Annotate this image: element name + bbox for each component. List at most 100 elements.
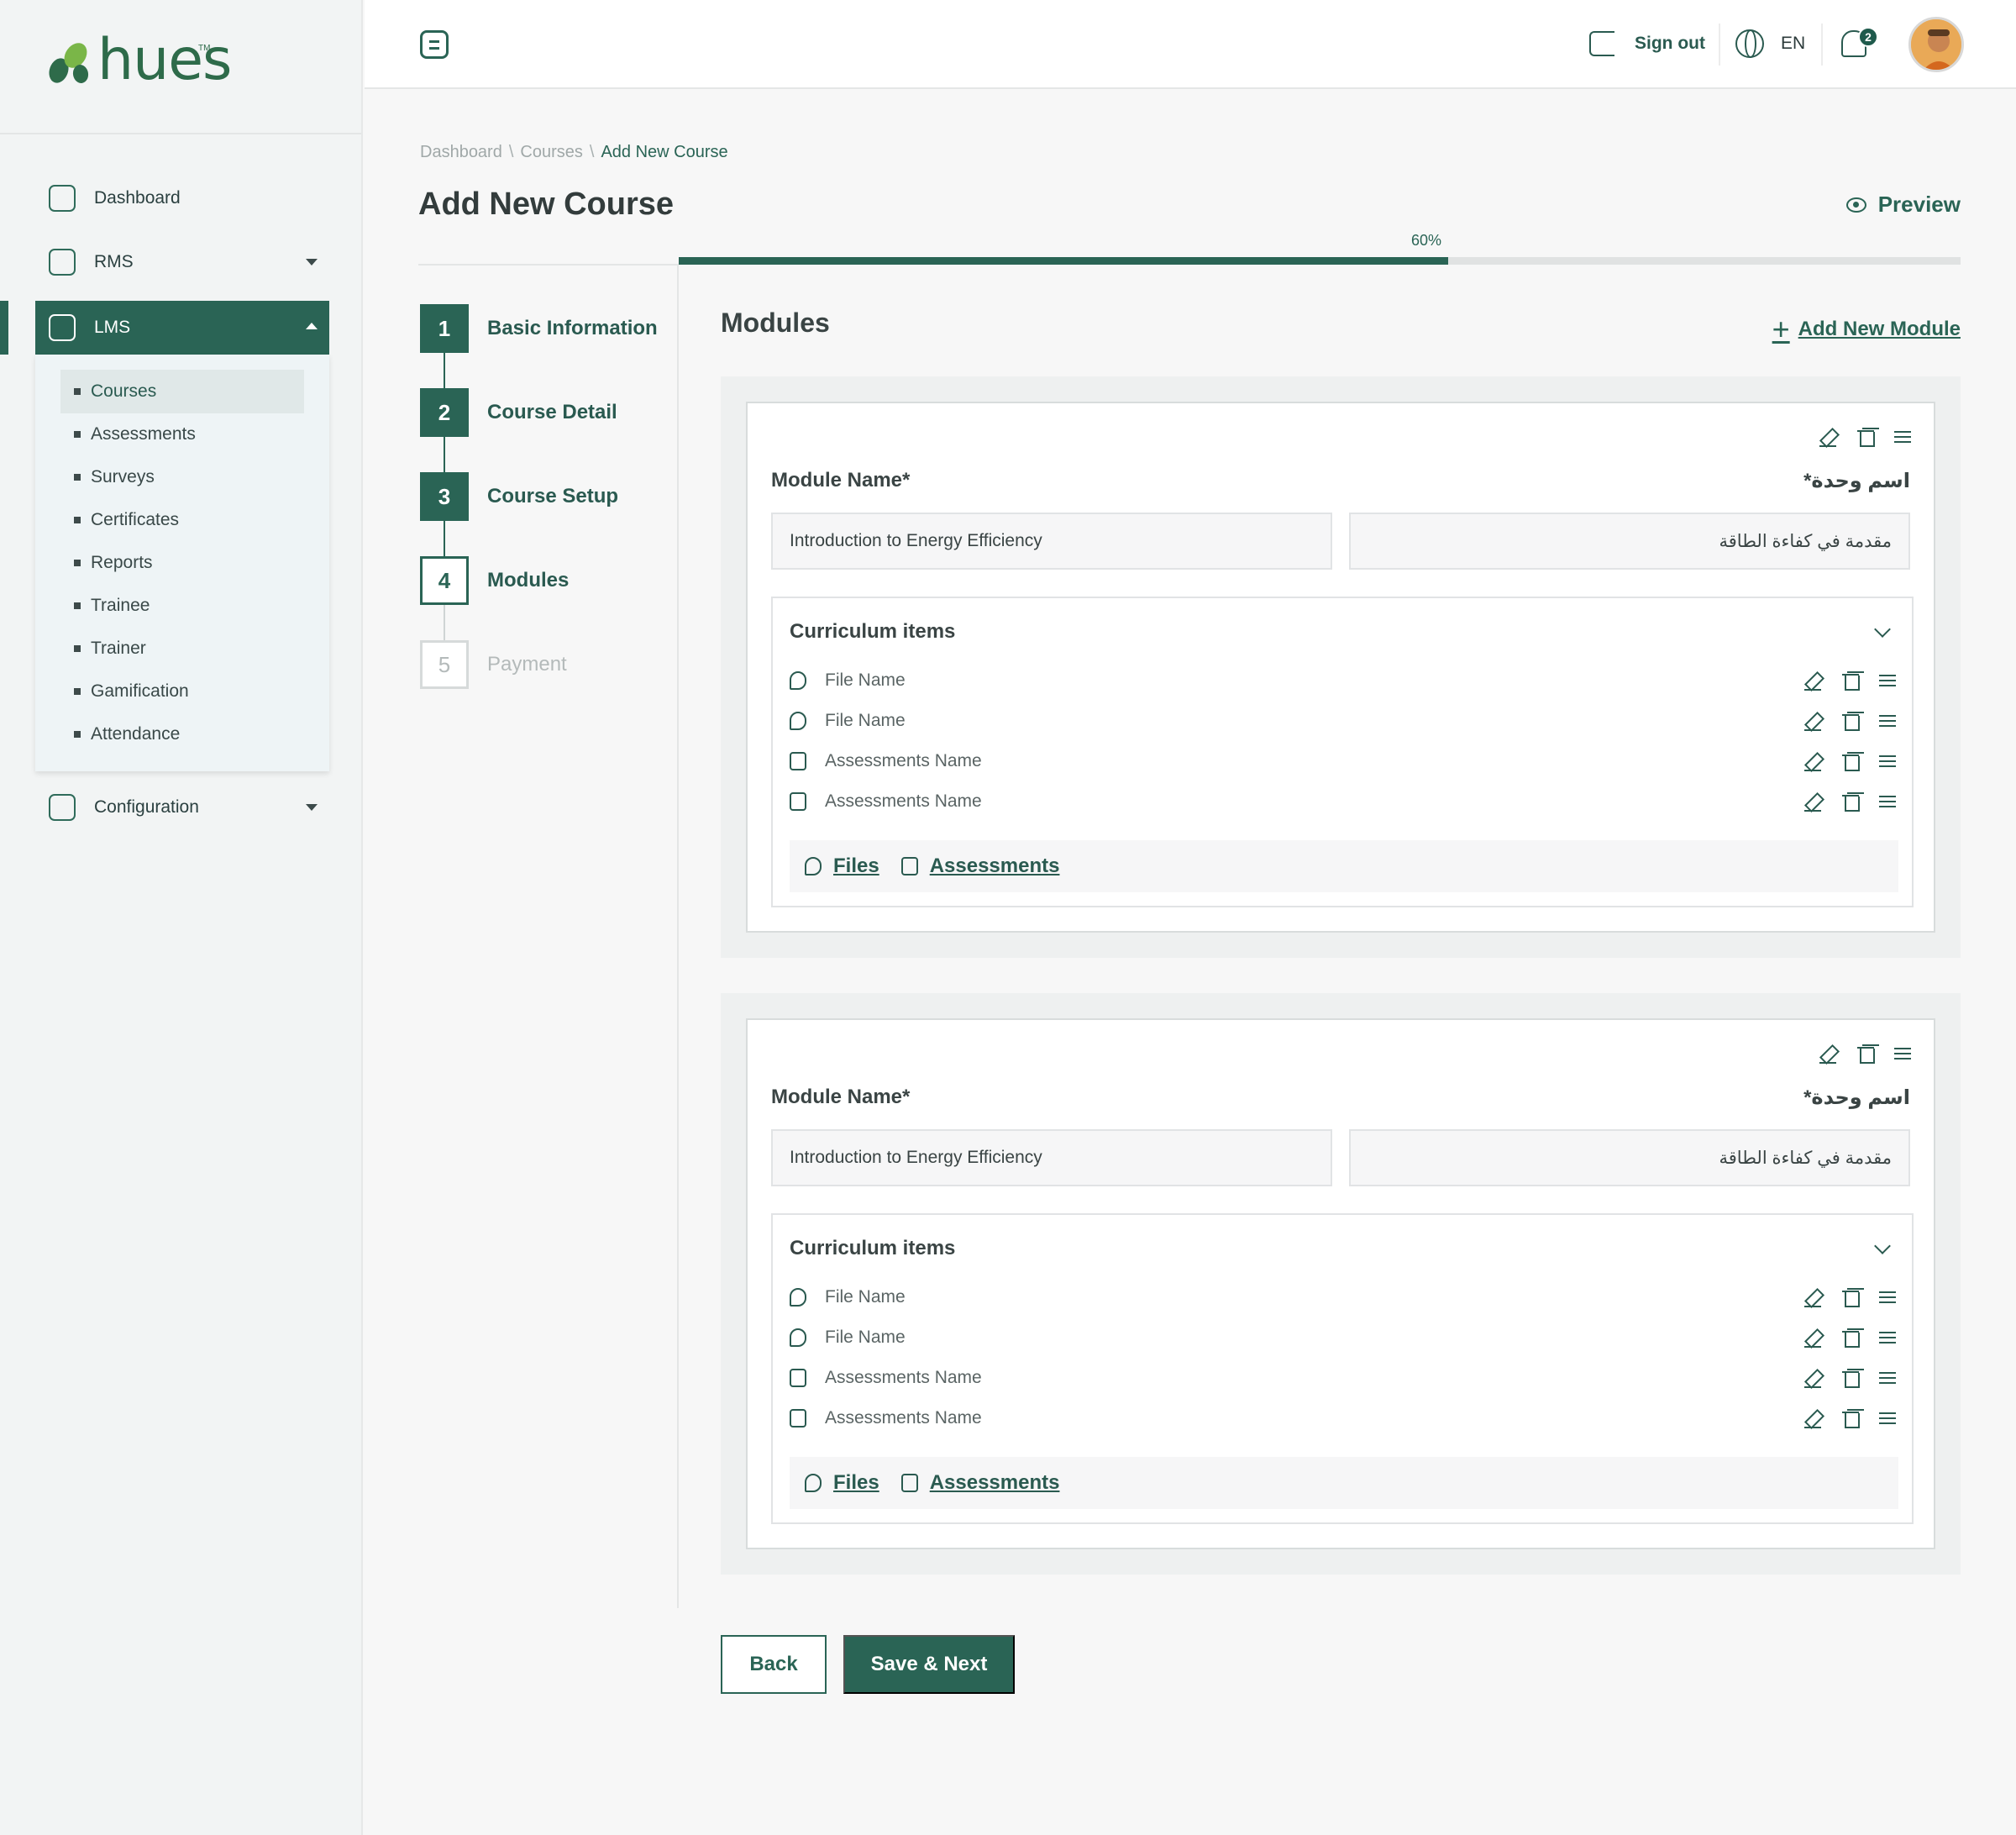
drag-handle-icon[interactable] xyxy=(1878,1408,1898,1428)
trash-icon[interactable] xyxy=(1841,1408,1861,1428)
sidebar-item-label: Configuration xyxy=(94,797,199,817)
trash-icon[interactable] xyxy=(1841,670,1861,691)
drag-handle-icon[interactable] xyxy=(1878,1368,1898,1388)
curriculum-items: Curriculum items File Name File Name Ass… xyxy=(771,1213,1914,1524)
save-next-button[interactable]: Save & Next xyxy=(843,1635,1015,1694)
sidebar-item-configuration[interactable]: Configuration xyxy=(35,781,329,834)
trash-icon[interactable] xyxy=(1841,711,1861,731)
trash-icon[interactable] xyxy=(1841,1368,1861,1388)
module-name-input-ar[interactable] xyxy=(1349,513,1910,570)
drag-handle-icon[interactable] xyxy=(1893,1044,1914,1064)
curriculum-item[interactable]: File Name xyxy=(790,1280,1898,1314)
add-files-link[interactable]: Files xyxy=(805,854,879,878)
trash-icon[interactable] xyxy=(1841,1328,1861,1348)
drag-handle-icon[interactable] xyxy=(1878,711,1898,731)
notification-badge: 2 xyxy=(1858,27,1878,47)
curriculum-item-name: Assessments Name xyxy=(825,1368,982,1387)
module-panel: Module Name* اسم وحدة* Curriculum items … xyxy=(721,376,1961,958)
dashboard-icon xyxy=(49,185,76,212)
step-connector xyxy=(444,521,445,556)
edit-icon[interactable] xyxy=(1804,751,1824,771)
language-switcher[interactable]: EN xyxy=(1735,27,1805,60)
edit-icon[interactable] xyxy=(1804,1287,1824,1307)
submenu-item-certificates[interactable]: Certificates xyxy=(60,498,304,542)
add-assessments-link[interactable]: Assessments xyxy=(900,854,1060,878)
step-connector xyxy=(444,605,445,640)
edit-icon[interactable] xyxy=(1804,670,1824,691)
trash-icon[interactable] xyxy=(1841,1287,1861,1307)
curriculum-item[interactable]: File Name xyxy=(790,664,1898,697)
preview-button[interactable]: Preview xyxy=(1845,192,1961,218)
step-connector xyxy=(444,353,445,388)
add-files-link[interactable]: Files xyxy=(805,1471,879,1495)
sidebar-item-rms[interactable]: RMS xyxy=(35,235,329,289)
edit-icon[interactable] xyxy=(1804,1408,1824,1428)
edit-icon[interactable] xyxy=(1819,427,1840,447)
curriculum-item[interactable]: File Name xyxy=(790,1321,1898,1354)
submenu-item-courses[interactable]: Courses xyxy=(60,370,304,413)
submenu-label: Certificates xyxy=(91,510,180,529)
trash-icon[interactable] xyxy=(1856,1044,1877,1064)
module-name-label: Module Name* xyxy=(771,469,911,492)
module-name-label: Module Name* xyxy=(771,1086,911,1108)
add-assessments-label: Assessments xyxy=(929,854,1060,877)
trash-icon[interactable] xyxy=(1841,791,1861,812)
module-name-input-ar[interactable] xyxy=(1349,1129,1910,1186)
curriculum-item[interactable]: Assessments Name xyxy=(790,1361,1898,1395)
submenu-label: Trainer xyxy=(91,639,146,658)
curriculum-item[interactable]: Assessments Name xyxy=(790,1401,1898,1435)
drag-handle-icon[interactable] xyxy=(1878,1287,1898,1307)
submenu-item-attendance[interactable]: Attendance xyxy=(60,712,304,756)
drag-handle-icon[interactable] xyxy=(1878,1328,1898,1348)
add-files-label: Files xyxy=(833,854,879,877)
trash-icon[interactable] xyxy=(1841,751,1861,771)
breadcrumb-courses[interactable]: Courses xyxy=(520,143,582,161)
drag-handle-icon[interactable] xyxy=(1893,427,1914,447)
trash-icon[interactable] xyxy=(1856,427,1877,447)
step-basic-information[interactable]: 1 Basic Information xyxy=(420,304,658,353)
edit-icon[interactable] xyxy=(1804,791,1824,812)
submenu-item-assessments[interactable]: Assessments xyxy=(60,413,304,456)
brand-logo[interactable]: hues TM xyxy=(0,0,361,134)
step-course-detail[interactable]: 2 Course Detail xyxy=(420,388,617,437)
sidebar-item-lms[interactable]: LMS xyxy=(35,301,329,355)
curriculum-item[interactable]: Assessments Name xyxy=(790,744,1898,778)
sign-out-button[interactable]: Sign out xyxy=(1589,27,1705,60)
breadcrumb-dashboard[interactable]: Dashboard xyxy=(420,143,502,161)
module-actions xyxy=(1819,1044,1914,1064)
breadcrumb-current: Add New Course xyxy=(601,143,728,161)
item-actions xyxy=(1804,1368,1898,1388)
add-assessments-link[interactable]: Assessments xyxy=(900,1471,1059,1495)
edit-icon[interactable] xyxy=(1819,1044,1840,1064)
submenu-item-reports[interactable]: Reports xyxy=(60,541,304,585)
chevron-down-icon[interactable] xyxy=(1874,1238,1891,1254)
module-name-input[interactable] xyxy=(771,513,1332,570)
sidebar-item-dashboard[interactable]: Dashboard xyxy=(35,171,329,225)
step-modules[interactable]: 4 Modules xyxy=(420,556,569,605)
progress-bar xyxy=(679,257,1961,265)
step-payment[interactable]: 5 Payment xyxy=(420,640,567,689)
back-button[interactable]: Back xyxy=(721,1635,827,1694)
submenu-item-gamification[interactable]: Gamification xyxy=(60,670,304,713)
configuration-icon xyxy=(49,794,76,821)
chevron-down-icon[interactable] xyxy=(1874,621,1891,638)
add-new-module-button[interactable]: + Add New Module xyxy=(1772,314,1961,344)
edit-icon[interactable] xyxy=(1804,1328,1824,1348)
submenu-item-surveys[interactable]: Surveys xyxy=(60,455,304,499)
module-panel: Module Name* اسم وحدة* Curriculum items … xyxy=(721,993,1961,1575)
drag-handle-icon[interactable] xyxy=(1878,751,1898,771)
curriculum-item[interactable]: Assessments Name xyxy=(790,785,1898,818)
lms-submenu: Courses Assessments Surveys Certificates… xyxy=(35,355,329,771)
submenu-item-trainer[interactable]: Trainer xyxy=(60,627,304,670)
drag-handle-icon[interactable] xyxy=(1878,791,1898,812)
submenu-item-trainee[interactable]: Trainee xyxy=(60,584,304,628)
avatar[interactable] xyxy=(1908,17,1964,72)
step-course-setup[interactable]: 3 Course Setup xyxy=(420,472,618,521)
menu-toggle-icon[interactable] xyxy=(420,30,449,59)
header-divider xyxy=(1719,24,1720,66)
drag-handle-icon[interactable] xyxy=(1878,670,1898,691)
edit-icon[interactable] xyxy=(1804,711,1824,731)
module-name-input[interactable] xyxy=(771,1129,1332,1186)
edit-icon[interactable] xyxy=(1804,1368,1824,1388)
curriculum-item[interactable]: File Name xyxy=(790,704,1898,738)
